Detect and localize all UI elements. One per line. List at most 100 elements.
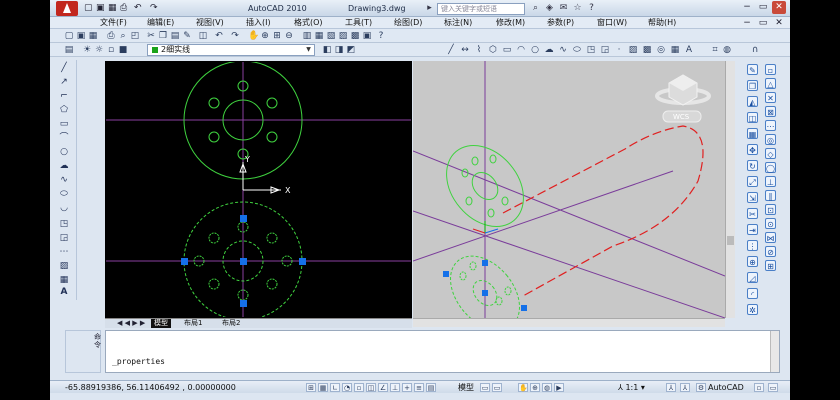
grid-display-icon[interactable]: ▦ — [318, 383, 328, 392]
menu-modify[interactable]: 修改(M) — [496, 17, 525, 29]
undo-icon[interactable]: ↶ — [214, 31, 224, 41]
markup-icon[interactable]: ▩ — [350, 31, 360, 41]
explode-icon[interactable]: ✲ — [747, 304, 758, 315]
extend-icon[interactable]: ⇥ — [747, 224, 758, 235]
doc-close-button[interactable]: ✕ — [772, 17, 786, 29]
point-icon[interactable]: ⋯ — [58, 246, 70, 258]
lineweight-icon[interactable]: ≡ — [414, 383, 424, 392]
spline-icon[interactable]: ∿ — [558, 45, 568, 55]
calculator-icon[interactable]: ▣ — [362, 31, 372, 41]
lock-icon[interactable]: ▫ — [754, 383, 764, 392]
layer-dropdown[interactable]: 2细实线 ▼ — [147, 44, 315, 56]
color-swatch-icon[interactable]: ■ — [118, 45, 128, 55]
tab-navigation-arrows[interactable]: ◀ ◀ ▶ ▶ — [117, 319, 145, 328]
ducs-icon[interactable]: ⊥ — [390, 383, 400, 392]
menu-file[interactable]: 文件(F) — [100, 17, 127, 29]
ellipse-icon[interactable]: ⬭ — [58, 188, 70, 200]
otrack-icon[interactable]: ∠ — [378, 383, 388, 392]
showmotion-icon[interactable]: ▶ — [554, 383, 564, 392]
3d-object-snap-icon[interactable]: ◫ — [366, 383, 376, 392]
zoom-window-icon[interactable]: ⊞ — [272, 31, 282, 41]
snap-perpendicular-icon[interactable]: ⊥ — [765, 176, 776, 187]
snap-insert-icon[interactable]: ⊡ — [765, 204, 776, 215]
undo-icon[interactable]: ↶ — [134, 2, 142, 15]
fillet-icon[interactable]: ◜ — [747, 288, 758, 299]
mtext-icon[interactable]: A — [684, 45, 694, 55]
annotation-visibility-icon[interactable]: ⅄ — [666, 383, 676, 392]
circle-icon[interactable]: ○ — [530, 45, 540, 55]
open-icon[interactable]: ▣ — [76, 31, 86, 41]
pan-icon[interactable]: ✋ — [518, 383, 528, 392]
arc-icon[interactable]: ◠ — [516, 45, 526, 55]
line-icon[interactable]: ╱ — [58, 62, 70, 74]
point-icon[interactable]: · — [614, 45, 624, 55]
new-icon[interactable]: ▢ — [84, 2, 93, 15]
model-space-toggle[interactable]: 模型 — [458, 382, 474, 393]
revcloud-icon[interactable]: ☁ — [58, 160, 70, 172]
menu-help[interactable]: 帮助(H) — [648, 17, 676, 29]
make-current-layer-icon[interactable]: ◧ — [322, 45, 332, 55]
snap-extension-icon[interactable]: ⋯ — [765, 120, 776, 131]
doc-restore-button[interactable]: ▭ — [756, 17, 770, 29]
lightbulb-icon[interactable]: ☀ — [82, 45, 92, 55]
viewport-3d[interactable]: WCS — [412, 61, 726, 331]
publish-icon[interactable]: ◰ — [130, 31, 140, 41]
polygon-icon[interactable]: ⬡ — [488, 45, 498, 55]
polar-tracking-icon[interactable]: ◔ — [342, 383, 352, 392]
print-icon[interactable]: ⎙ — [120, 2, 127, 15]
line-icon[interactable]: ╱ — [446, 45, 456, 55]
trim-icon[interactable]: ✂ — [747, 208, 758, 219]
xline-icon[interactable]: ↔ — [460, 45, 470, 55]
magnet-icon[interactable]: ∩ — [750, 45, 760, 55]
scale-icon[interactable]: ⤢ — [747, 176, 758, 187]
snap-center-icon[interactable]: ◎ — [765, 134, 776, 145]
horizontal-scrollbar[interactable] — [413, 318, 725, 327]
redo-icon[interactable]: ↷ — [230, 31, 240, 41]
steering-wheel-icon[interactable]: ◍ — [542, 383, 552, 392]
menu-window[interactable]: 窗口(W) — [597, 17, 627, 29]
zoom-icon[interactable]: ⊕ — [530, 383, 540, 392]
pan-icon[interactable]: ✋ — [248, 31, 259, 41]
command-window-handle[interactable]: 命令 — [65, 330, 101, 373]
table-icon[interactable]: ▦ — [58, 274, 70, 286]
move-icon[interactable]: ✥ — [747, 144, 758, 155]
help-icon[interactable]: ? — [586, 3, 597, 14]
menu-edit[interactable]: 编辑(E) — [147, 17, 174, 29]
snap-node-icon[interactable]: ⊙ — [765, 218, 776, 229]
vertical-scrollbar[interactable] — [725, 61, 735, 318]
snap-intersection-icon[interactable]: ✕ — [765, 92, 776, 103]
osnap-settings-icon[interactable]: ⊞ — [765, 260, 776, 271]
gradient-icon[interactable]: ▩ — [642, 45, 652, 55]
minimize-button[interactable]: − — [740, 1, 754, 14]
sun-freeze-icon[interactable]: ☼ — [94, 45, 104, 55]
join-icon[interactable]: ⊕ — [747, 256, 758, 267]
snap-tangent-icon[interactable]: ◯ — [765, 162, 776, 173]
clean-screen-icon[interactable]: ▭ — [768, 383, 778, 392]
open-icon[interactable]: ▣ — [96, 2, 105, 15]
quick-calc-icon[interactable]: ◍ — [722, 45, 732, 55]
offset-icon[interactable]: ◫ — [747, 112, 758, 123]
copy-icon[interactable]: ❐ — [158, 31, 168, 41]
scrollbar-thumb[interactable] — [727, 236, 734, 245]
rectangle-icon[interactable]: ▭ — [58, 118, 70, 130]
menu-view[interactable]: 视图(V) — [196, 17, 224, 29]
table-icon[interactable]: ▦ — [670, 45, 680, 55]
object-snap-icon[interactable]: ▫ — [354, 383, 364, 392]
snap-endpoint-icon[interactable]: ▫ — [765, 64, 776, 75]
ellipse-arc-icon[interactable]: ◡ — [58, 202, 70, 214]
lock-icon[interactable]: ▫ — [106, 45, 116, 55]
tool-palettes-icon[interactable]: ▧ — [326, 31, 336, 41]
communication-icon[interactable]: ✉ — [558, 3, 569, 14]
menu-tools[interactable]: 工具(T) — [345, 17, 372, 29]
menu-insert[interactable]: 插入(I) — [246, 17, 271, 29]
rectangle-icon[interactable]: ▭ — [502, 45, 512, 55]
plot-icon[interactable]: ⎙ — [106, 31, 116, 41]
make-block-icon[interactable]: ◲ — [58, 232, 70, 244]
properties-icon[interactable]: ▥ — [302, 31, 312, 41]
block-editor-icon[interactable]: ◫ — [198, 31, 208, 41]
workspace-switch-icon[interactable]: ⚙ — [696, 383, 706, 392]
arc-icon[interactable]: ⌒ — [58, 132, 70, 144]
array-icon[interactable]: ▦ — [747, 128, 758, 139]
menu-parametric[interactable]: 参数(P) — [547, 17, 574, 29]
menu-dimension[interactable]: 标注(N) — [444, 17, 472, 29]
